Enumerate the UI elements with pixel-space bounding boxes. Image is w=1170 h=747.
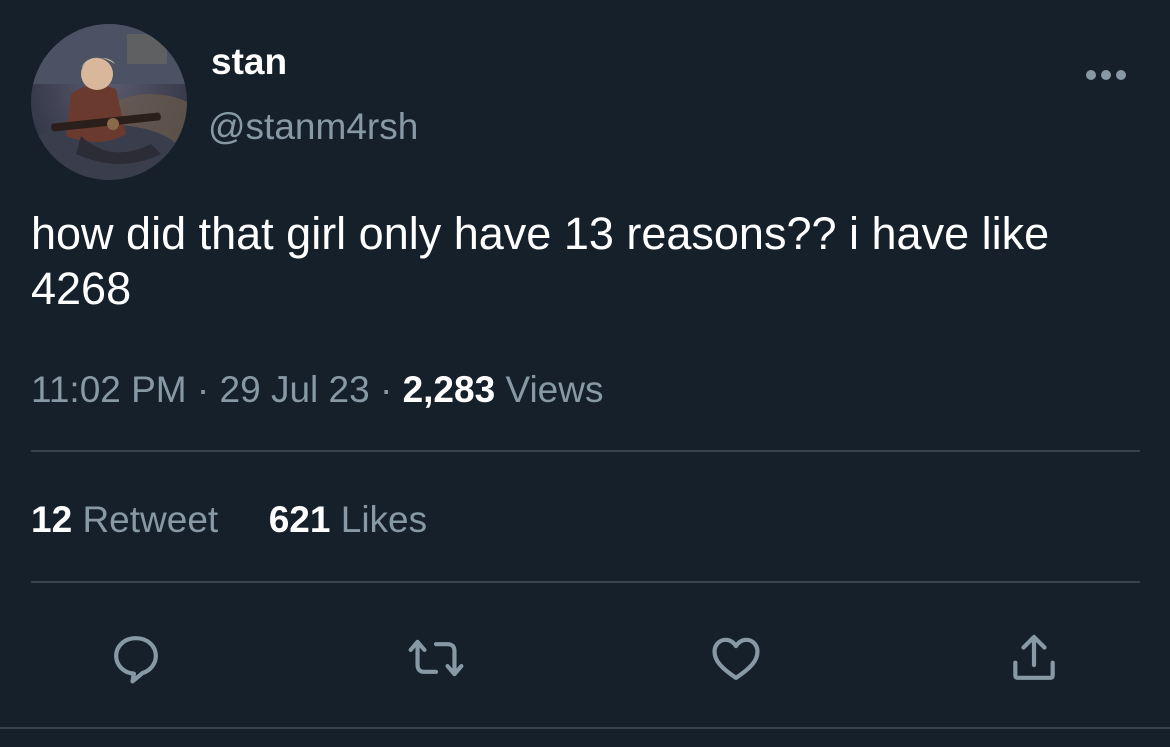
share-button[interactable] [1002,626,1066,690]
divider [31,581,1140,583]
retweet-button[interactable] [404,626,468,690]
divider [31,450,1140,452]
avatar[interactable] [31,24,187,180]
avatar-illustration [31,24,187,180]
tweet-metadata: 11:02 PM · 29 Jul 23 · 2,283 Views [31,367,603,413]
likes-label: Likes [340,499,428,540]
separator: · [196,369,210,410]
retweets-count: 12 [31,499,73,540]
divider [0,727,1170,729]
heart-icon [712,637,760,680]
views-count: 2,283 [402,369,496,410]
retweets-label: Retweet [82,499,219,540]
tweet-text: how did that girl only have 13 reasons??… [31,208,1050,314]
tweet-date[interactable]: 29 Jul 23 [220,369,370,410]
separator: · [379,369,393,410]
reply-button[interactable] [104,626,168,690]
username-handle[interactable]: @stanm4rsh [208,105,418,149]
likes-stat[interactable]: 621 Likes [269,499,427,540]
engagement-stats: 12 Retweet 621 Likes [31,497,427,543]
likes-count: 621 [268,499,331,540]
tweet-time[interactable]: 11:02 PM [31,369,187,410]
retweets-stat[interactable]: 12 Retweet [31,499,218,540]
share-icon [1013,634,1055,680]
more-options-icon[interactable] [1084,68,1128,82]
like-button[interactable] [704,626,768,690]
views-label: Views [505,369,604,410]
reply-icon [114,636,158,684]
display-name[interactable]: stan [211,40,287,84]
retweet-icon [408,639,464,677]
